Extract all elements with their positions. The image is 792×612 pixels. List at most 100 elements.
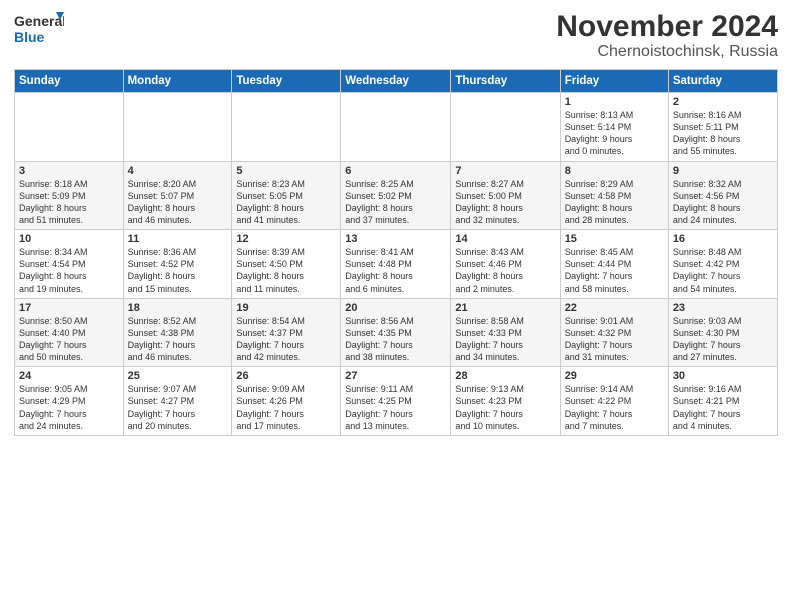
calendar-cell: 2Sunrise: 8:16 AM Sunset: 5:11 PM Daylig…	[668, 93, 777, 162]
calendar-cell: 11Sunrise: 8:36 AM Sunset: 4:52 PM Dayli…	[123, 230, 232, 299]
day-number: 1	[565, 96, 664, 108]
calendar-cell: 14Sunrise: 8:43 AM Sunset: 4:46 PM Dayli…	[451, 230, 560, 299]
week-row-3: 17Sunrise: 8:50 AM Sunset: 4:40 PM Dayli…	[15, 298, 778, 367]
day-number: 8	[565, 165, 664, 177]
day-number: 15	[565, 233, 664, 245]
day-number: 27	[345, 370, 446, 382]
calendar-header-row: SundayMondayTuesdayWednesdayThursdayFrid…	[15, 70, 778, 93]
logo-svg: General Blue	[14, 10, 64, 52]
calendar-cell: 29Sunrise: 9:14 AM Sunset: 4:22 PM Dayli…	[560, 367, 668, 436]
day-info: Sunrise: 9:11 AM Sunset: 4:25 PM Dayligh…	[345, 383, 446, 432]
calendar-cell: 30Sunrise: 9:16 AM Sunset: 4:21 PM Dayli…	[668, 367, 777, 436]
day-info: Sunrise: 9:01 AM Sunset: 4:32 PM Dayligh…	[565, 315, 664, 364]
calendar-cell: 27Sunrise: 9:11 AM Sunset: 4:25 PM Dayli…	[341, 367, 451, 436]
location-subtitle: Chernoistochinsk, Russia	[556, 43, 778, 61]
day-info: Sunrise: 8:34 AM Sunset: 4:54 PM Dayligh…	[19, 246, 119, 295]
day-number: 12	[236, 233, 336, 245]
calendar-cell: 20Sunrise: 8:56 AM Sunset: 4:35 PM Dayli…	[341, 298, 451, 367]
day-number: 19	[236, 302, 336, 314]
day-number: 24	[19, 370, 119, 382]
day-info: Sunrise: 8:32 AM Sunset: 4:56 PM Dayligh…	[673, 178, 773, 227]
day-number: 10	[19, 233, 119, 245]
day-info: Sunrise: 9:03 AM Sunset: 4:30 PM Dayligh…	[673, 315, 773, 364]
calendar-cell: 25Sunrise: 9:07 AM Sunset: 4:27 PM Dayli…	[123, 367, 232, 436]
calendar-cell: 19Sunrise: 8:54 AM Sunset: 4:37 PM Dayli…	[232, 298, 341, 367]
calendar-cell: 13Sunrise: 8:41 AM Sunset: 4:48 PM Dayli…	[341, 230, 451, 299]
day-number: 13	[345, 233, 446, 245]
day-number: 16	[673, 233, 773, 245]
day-info: Sunrise: 8:54 AM Sunset: 4:37 PM Dayligh…	[236, 315, 336, 364]
calendar-cell: 8Sunrise: 8:29 AM Sunset: 4:58 PM Daylig…	[560, 161, 668, 230]
calendar-cell: 4Sunrise: 8:20 AM Sunset: 5:07 PM Daylig…	[123, 161, 232, 230]
day-number: 17	[19, 302, 119, 314]
day-info: Sunrise: 8:29 AM Sunset: 4:58 PM Dayligh…	[565, 178, 664, 227]
day-info: Sunrise: 9:14 AM Sunset: 4:22 PM Dayligh…	[565, 383, 664, 432]
calendar-cell: 3Sunrise: 8:18 AM Sunset: 5:09 PM Daylig…	[15, 161, 124, 230]
day-number: 30	[673, 370, 773, 382]
day-number: 2	[673, 96, 773, 108]
day-info: Sunrise: 9:07 AM Sunset: 4:27 PM Dayligh…	[128, 383, 228, 432]
day-number: 23	[673, 302, 773, 314]
calendar-cell	[15, 93, 124, 162]
day-number: 21	[455, 302, 555, 314]
day-header-thursday: Thursday	[451, 70, 560, 93]
day-number: 22	[565, 302, 664, 314]
day-info: Sunrise: 8:48 AM Sunset: 4:42 PM Dayligh…	[673, 246, 773, 295]
calendar-cell: 9Sunrise: 8:32 AM Sunset: 4:56 PM Daylig…	[668, 161, 777, 230]
day-number: 20	[345, 302, 446, 314]
logo: General Blue	[14, 10, 64, 52]
day-number: 5	[236, 165, 336, 177]
day-number: 26	[236, 370, 336, 382]
calendar-table: SundayMondayTuesdayWednesdayThursdayFrid…	[14, 69, 778, 436]
day-info: Sunrise: 9:16 AM Sunset: 4:21 PM Dayligh…	[673, 383, 773, 432]
calendar-cell: 28Sunrise: 9:13 AM Sunset: 4:23 PM Dayli…	[451, 367, 560, 436]
svg-text:General: General	[14, 13, 64, 29]
calendar-cell	[123, 93, 232, 162]
calendar-cell: 15Sunrise: 8:45 AM Sunset: 4:44 PM Dayli…	[560, 230, 668, 299]
week-row-0: 1Sunrise: 8:13 AM Sunset: 5:14 PM Daylig…	[15, 93, 778, 162]
calendar-cell	[341, 93, 451, 162]
calendar-cell: 10Sunrise: 8:34 AM Sunset: 4:54 PM Dayli…	[15, 230, 124, 299]
day-info: Sunrise: 8:39 AM Sunset: 4:50 PM Dayligh…	[236, 246, 336, 295]
day-info: Sunrise: 8:41 AM Sunset: 4:48 PM Dayligh…	[345, 246, 446, 295]
day-info: Sunrise: 8:20 AM Sunset: 5:07 PM Dayligh…	[128, 178, 228, 227]
day-number: 3	[19, 165, 119, 177]
page: General Blue November 2024 Chernoistochi…	[0, 0, 792, 612]
day-header-sunday: Sunday	[15, 70, 124, 93]
day-number: 11	[128, 233, 228, 245]
day-number: 9	[673, 165, 773, 177]
day-number: 7	[455, 165, 555, 177]
calendar-cell: 22Sunrise: 9:01 AM Sunset: 4:32 PM Dayli…	[560, 298, 668, 367]
week-row-4: 24Sunrise: 9:05 AM Sunset: 4:29 PM Dayli…	[15, 367, 778, 436]
day-info: Sunrise: 8:50 AM Sunset: 4:40 PM Dayligh…	[19, 315, 119, 364]
day-info: Sunrise: 8:52 AM Sunset: 4:38 PM Dayligh…	[128, 315, 228, 364]
day-info: Sunrise: 8:43 AM Sunset: 4:46 PM Dayligh…	[455, 246, 555, 295]
day-number: 4	[128, 165, 228, 177]
calendar-cell: 23Sunrise: 9:03 AM Sunset: 4:30 PM Dayli…	[668, 298, 777, 367]
day-number: 29	[565, 370, 664, 382]
calendar-cell: 5Sunrise: 8:23 AM Sunset: 5:05 PM Daylig…	[232, 161, 341, 230]
month-year-title: November 2024	[556, 10, 778, 43]
calendar-cell: 7Sunrise: 8:27 AM Sunset: 5:00 PM Daylig…	[451, 161, 560, 230]
title-block: November 2024 Chernoistochinsk, Russia	[556, 10, 778, 61]
day-number: 6	[345, 165, 446, 177]
day-number: 28	[455, 370, 555, 382]
calendar-cell: 17Sunrise: 8:50 AM Sunset: 4:40 PM Dayli…	[15, 298, 124, 367]
week-row-1: 3Sunrise: 8:18 AM Sunset: 5:09 PM Daylig…	[15, 161, 778, 230]
day-info: Sunrise: 8:23 AM Sunset: 5:05 PM Dayligh…	[236, 178, 336, 227]
day-header-tuesday: Tuesday	[232, 70, 341, 93]
calendar-cell: 21Sunrise: 8:58 AM Sunset: 4:33 PM Dayli…	[451, 298, 560, 367]
day-number: 14	[455, 233, 555, 245]
day-number: 25	[128, 370, 228, 382]
calendar-cell	[232, 93, 341, 162]
day-info: Sunrise: 8:27 AM Sunset: 5:00 PM Dayligh…	[455, 178, 555, 227]
day-info: Sunrise: 8:56 AM Sunset: 4:35 PM Dayligh…	[345, 315, 446, 364]
day-header-monday: Monday	[123, 70, 232, 93]
calendar-cell: 12Sunrise: 8:39 AM Sunset: 4:50 PM Dayli…	[232, 230, 341, 299]
day-number: 18	[128, 302, 228, 314]
svg-text:Blue: Blue	[14, 29, 45, 45]
day-info: Sunrise: 9:05 AM Sunset: 4:29 PM Dayligh…	[19, 383, 119, 432]
day-info: Sunrise: 9:13 AM Sunset: 4:23 PM Dayligh…	[455, 383, 555, 432]
calendar-cell	[451, 93, 560, 162]
day-header-wednesday: Wednesday	[341, 70, 451, 93]
